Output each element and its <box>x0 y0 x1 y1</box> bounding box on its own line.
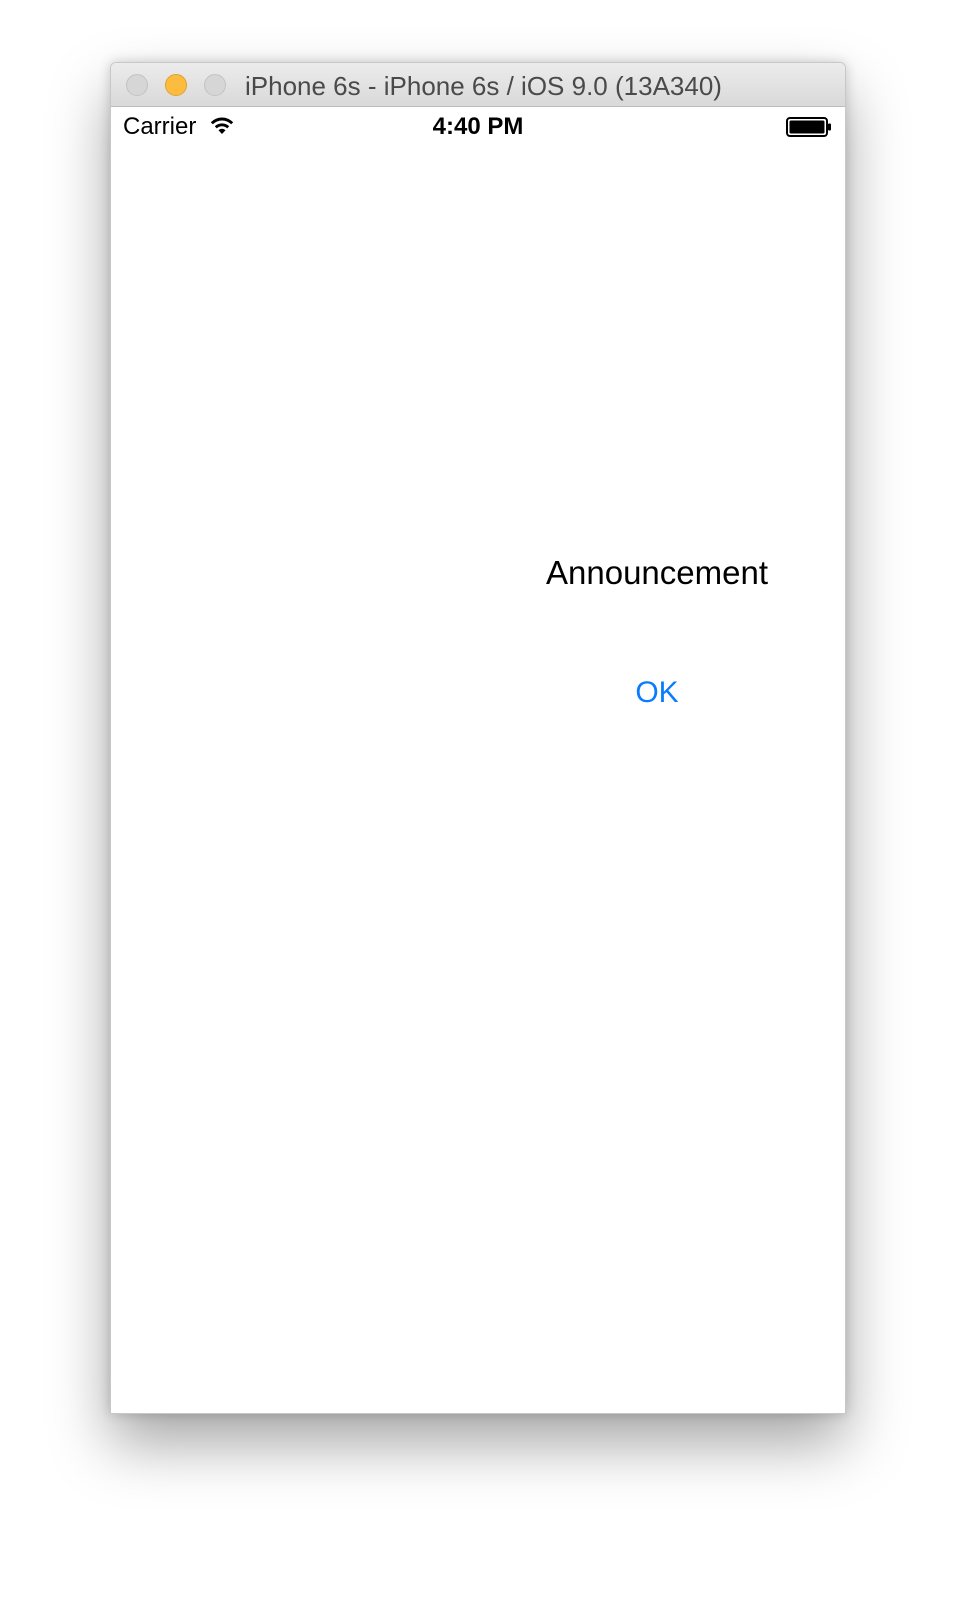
status-bar: Carrier 4:40 PM <box>111 107 845 147</box>
ok-button[interactable]: OK <box>607 671 707 715</box>
window-close-button[interactable] <box>126 74 148 96</box>
device-screen: Carrier 4:40 PM Announcement OK <box>111 107 845 1413</box>
window-titlebar: iPhone 6s - iPhone 6s / iOS 9.0 (13A340) <box>111 63 845 107</box>
battery-icon <box>786 117 831 137</box>
announcement-label: Announcement <box>546 554 768 591</box>
window-zoom-button[interactable] <box>204 74 226 96</box>
window-minimize-button[interactable] <box>165 74 187 96</box>
simulator-window: iPhone 6s - iPhone 6s / iOS 9.0 (13A340)… <box>110 62 846 1414</box>
window-title: iPhone 6s - iPhone 6s / iOS 9.0 (13A340) <box>245 71 722 101</box>
status-time: 4:40 PM <box>432 113 524 140</box>
